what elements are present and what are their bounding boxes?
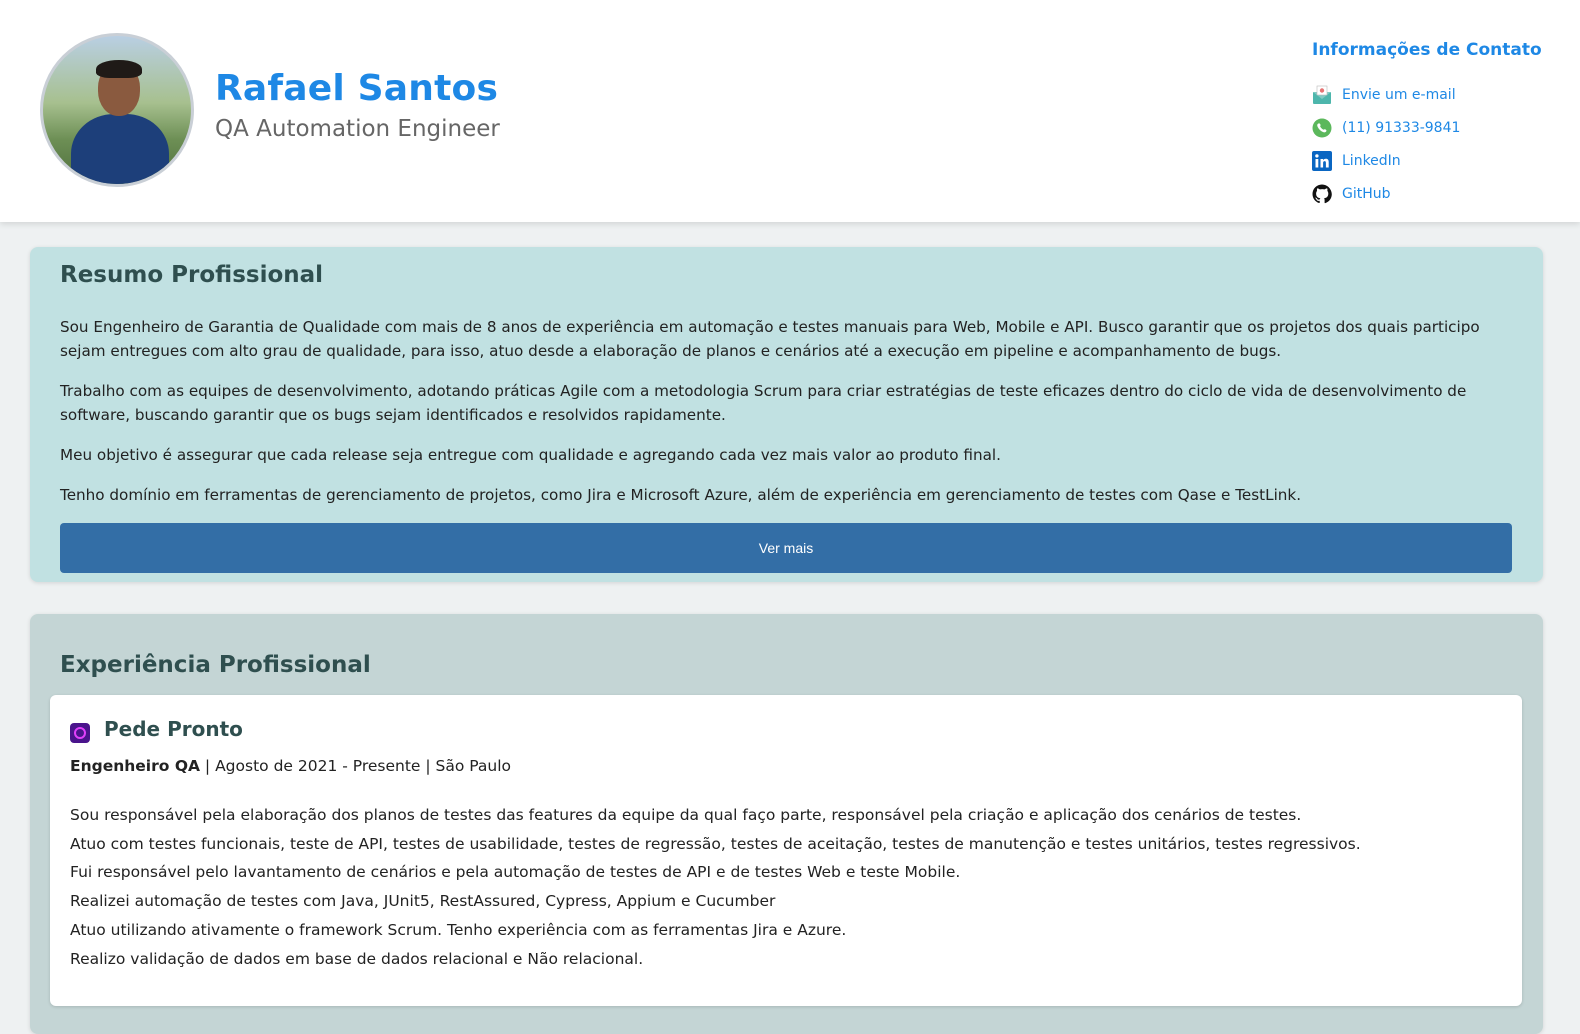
summary-paragraph: Meu objetivo é assegurar que cada releas… bbox=[60, 446, 1001, 464]
see-more-button[interactable]: Ver mais bbox=[60, 523, 1512, 573]
summary-text: Sou Engenheiro de Garantia de Qualidade … bbox=[60, 315, 1520, 523]
list-item: Realizei automação de testes com Java, J… bbox=[70, 892, 776, 911]
list-item: Realizo validação de dados em base de da… bbox=[70, 949, 644, 968]
linkedin-link[interactable]: LinkedIn bbox=[1342, 153, 1401, 169]
list-item: Atuo com testes funcionais, teste de API… bbox=[70, 834, 1361, 853]
contact-email[interactable]: Envie um e-mail bbox=[1312, 78, 1562, 111]
avatar bbox=[40, 33, 194, 187]
whatsapp-icon bbox=[1312, 118, 1332, 137]
contact-info: Informações de Contato Envie um e-mail (… bbox=[1312, 40, 1562, 210]
list-item: Atuo utilizando ativamente o framework S… bbox=[70, 920, 847, 939]
mail-icon bbox=[1313, 85, 1331, 104]
github-link[interactable]: GitHub bbox=[1342, 186, 1391, 202]
job-company: Pede Pronto bbox=[104, 717, 243, 741]
experience-title: Experiência Profissional bbox=[60, 652, 371, 678]
profile-header: Rafael Santos QA Automation Engineer Inf… bbox=[0, 0, 1580, 222]
contact-linkedin[interactable]: LinkedIn bbox=[1312, 144, 1562, 177]
github-icon bbox=[1312, 184, 1332, 203]
contact-github[interactable]: GitHub bbox=[1312, 177, 1562, 210]
summary-section: Resumo Profissional Sou Engenheiro de Ga… bbox=[30, 247, 1543, 582]
summary-title: Resumo Profissional bbox=[60, 262, 324, 288]
job-meta: Engenheiro QA | Agosto de 2021 - Present… bbox=[70, 757, 511, 775]
contact-title: Informações de Contato bbox=[1312, 40, 1542, 60]
summary-paragraph: Trabalho com as equipes de desenvolvimen… bbox=[60, 382, 1467, 424]
job-details: | Agosto de 2021 - Presente | São Paulo bbox=[200, 757, 512, 775]
profile-role: QA Automation Engineer bbox=[215, 116, 500, 142]
job-position: Engenheiro QA bbox=[70, 757, 200, 775]
job-card: Pede Pronto Engenheiro QA | Agosto de 20… bbox=[50, 695, 1522, 1006]
profile-name: Rafael Santos bbox=[215, 68, 499, 109]
summary-paragraph: Tenho domínio em ferramentas de gerencia… bbox=[60, 486, 1302, 504]
linkedin-icon bbox=[1312, 150, 1332, 171]
summary-paragraph: Sou Engenheiro de Garantia de Qualidade … bbox=[60, 318, 1480, 360]
list-item: Sou responsável pela elaboração dos plan… bbox=[70, 806, 1302, 824]
list-item: Fui responsável pelo lavantamento de cen… bbox=[70, 863, 961, 882]
job-responsibilities: Sou responsável pela elaboração dos plan… bbox=[70, 801, 1490, 973]
email-link[interactable]: Envie um e-mail bbox=[1342, 87, 1456, 103]
company-logo-icon bbox=[70, 723, 90, 743]
contact-phone[interactable]: (11) 91333-9841 bbox=[1312, 111, 1562, 144]
phone-link[interactable]: (11) 91333-9841 bbox=[1342, 120, 1460, 136]
experience-section: Experiência Profissional Pede Pronto Eng… bbox=[30, 614, 1543, 1034]
